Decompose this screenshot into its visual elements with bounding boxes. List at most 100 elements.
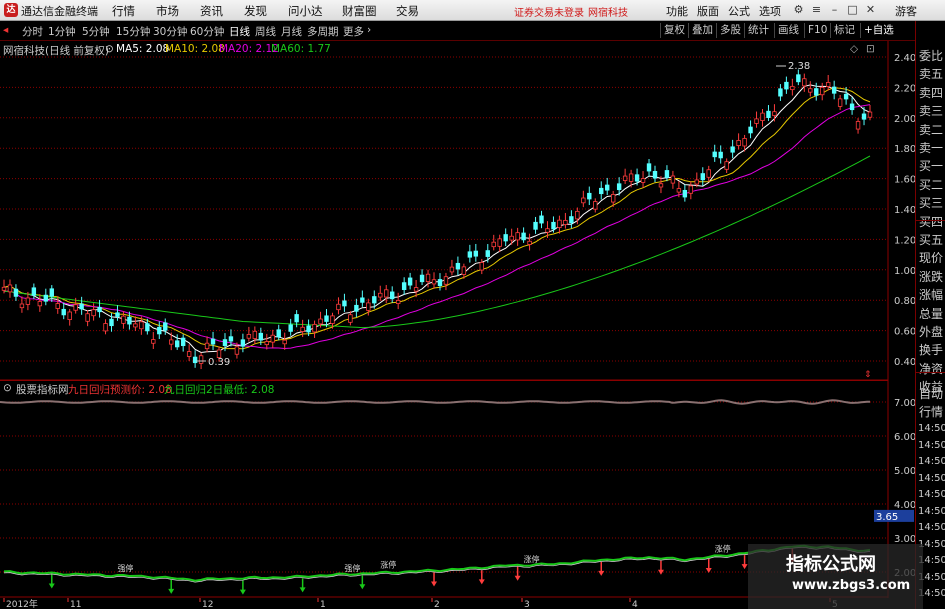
close-icon[interactable]: ✕ [864,3,877,16]
add-watchlist-button[interactable]: +自选 [860,23,897,38]
main-y-label: 1.40 [894,205,915,216]
auto-toggle[interactable]: 自动 [919,385,945,402]
candle [557,215,562,234]
candle [563,212,568,229]
multi-stock-button[interactable]: 多股 [716,23,744,38]
tab-daily[interactable]: 日线 [229,24,250,39]
menu-options[interactable]: 选项 [759,3,781,19]
app-title: 通达信金融终端 [21,5,98,18]
tick-time: 14:50 [918,489,945,500]
signal-arrow-head [478,579,485,585]
candle [825,74,831,91]
candle [186,344,192,362]
candle [288,318,293,336]
candle [706,165,711,182]
kline-chart[interactable]: 2.40 2.20 2.00 1.80 1.60 1.40 1.20 1.00 0.80 0.60… [0,41,915,381]
candle [599,181,604,200]
candle [700,167,705,186]
f10-button[interactable]: F10 [804,23,830,38]
menu-trade[interactable]: 交易 [396,3,419,19]
candle [127,311,132,330]
tab-1min[interactable]: 1分钟 [48,24,76,39]
menu-formula[interactable]: 公式 [728,3,750,19]
candle [837,94,843,111]
tab-more[interactable]: 更多 [343,24,364,39]
candle [7,279,13,298]
signal-text: 涨停 [715,544,731,554]
guest-label[interactable]: 游客 [895,3,917,19]
candle [682,184,688,202]
x-axis-label: 11 [70,600,81,609]
candle [79,296,84,315]
candle [479,258,484,275]
menu-layout[interactable]: 版面 [697,3,719,19]
menu-ask[interactable]: 问小达 [288,3,323,19]
candle [419,269,425,286]
stats-button[interactable]: 统计 [744,23,772,38]
signal-text: 涨停 [380,560,396,570]
candle [61,302,66,320]
draw-button[interactable]: 画线 [774,23,802,38]
main-y-label: 1.20 [894,235,915,246]
signal-arrow-head [299,587,306,593]
maximize-icon[interactable]: □ [846,3,859,16]
quote-toggle[interactable]: 行情 [919,403,945,420]
expand-arrow-icon[interactable]: ◂ [3,24,8,36]
candle [240,333,246,353]
tab-monthly[interactable]: 月线 [281,24,302,39]
signal-text: 强停 [117,563,133,573]
overlay-button[interactable]: 叠加 [688,23,716,38]
quote-field-label: 净资 [919,361,944,376]
candle [491,234,496,251]
tab-30min[interactable]: 30分钟 [153,24,187,39]
menu-discover[interactable]: 发现 [244,3,267,19]
candle [622,168,628,184]
watermark-title: 指标公式网 [786,554,876,575]
scale-icon[interactable]: ⇕ [864,370,872,380]
candle [778,84,783,101]
more-chevron-icon[interactable]: › [367,24,371,36]
x-axis-label: 4 [632,600,638,609]
menu-icon[interactable]: ≡ [810,3,823,16]
menu-quotes[interactable]: 行情 [112,3,135,19]
candle [91,303,96,321]
signal-arrow-head [705,567,712,573]
tick-time: 14:50 [918,439,945,451]
menu-function[interactable]: 功能 [666,3,688,19]
candle [401,277,407,295]
menu-market[interactable]: 市场 [156,3,179,19]
main-y-label: 0.60 [894,327,915,338]
settings-icon[interactable]: ⚙ [792,3,805,16]
x-axis-label: 1 [320,600,326,609]
mark-button[interactable]: 标记 [830,23,858,38]
candle [748,120,753,139]
tab-intraday[interactable]: 分时 [22,24,43,39]
tab-multi-period[interactable]: 多周期 [307,24,339,39]
candle [664,165,670,182]
tab-60min[interactable]: 60分钟 [190,24,224,39]
candle [354,298,359,318]
tick-time: 14:50 [918,505,945,517]
tab-weekly[interactable]: 周线 [255,24,276,39]
tab-15min[interactable]: 15分钟 [116,24,150,39]
menu-wealth[interactable]: 财富圈 [342,3,377,19]
minimize-icon[interactable]: – [828,3,841,16]
candle [157,321,162,339]
candle [282,332,287,350]
menu-news[interactable]: 资讯 [200,3,223,19]
tick-time: 14:50 [918,456,945,467]
candle [115,305,120,321]
quote-field-label: 涨幅 [919,288,944,303]
candle [342,293,347,312]
login-notice[interactable]: 证券交易未登录 [514,4,584,19]
tab-5min[interactable]: 5分钟 [82,24,110,39]
candle [151,332,156,349]
candle [784,76,789,94]
x-axis-label: 12 [202,600,213,609]
adjust-button[interactable]: 复权 [660,23,688,38]
tick-time: 14:50 [918,423,945,434]
candle [820,82,825,101]
sub-y-label: 4.00 [894,500,915,511]
candle [646,159,652,177]
candle [192,350,198,368]
